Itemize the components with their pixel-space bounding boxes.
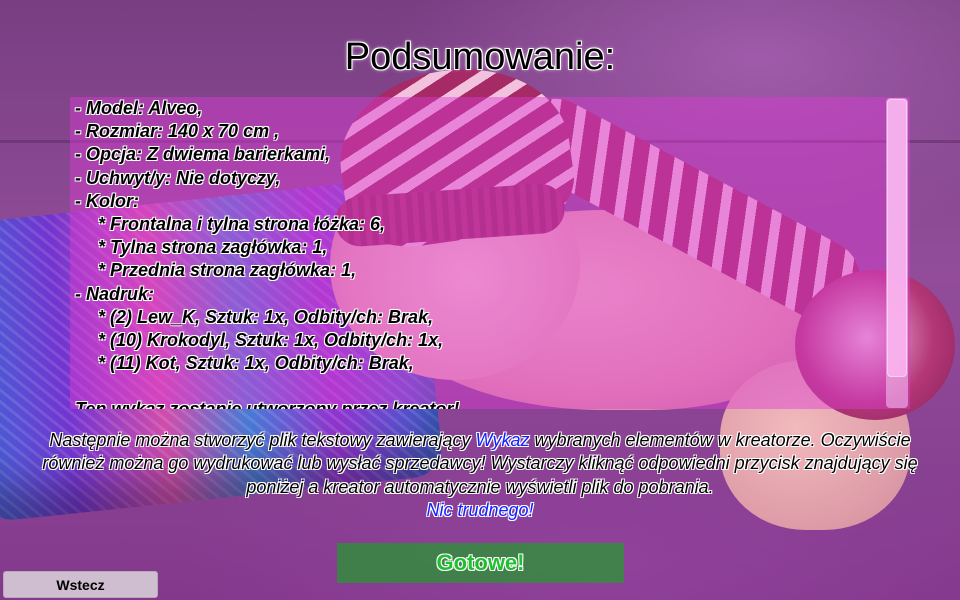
info-emphasis: Nic trudnego! (426, 500, 534, 521)
summary-line-print-item: * (10) Krokodyl, Sztuk: 1x, Odbity/ch: 1… (98, 330, 444, 351)
summary-list: - Model: Alveo, - Rozmiar: 140 x 70 cm ,… (75, 97, 880, 409)
summary-scrollbar[interactable] (886, 98, 908, 408)
summary-line-size: - Rozmiar: 140 x 70 cm , (75, 121, 280, 142)
scrollbar-thumb[interactable] (887, 99, 907, 377)
summary-line-print-item: * (11) Kot, Sztuk: 1x, Odbity/ch: Brak, (98, 353, 414, 374)
wykaz-link[interactable]: Wykaz (476, 430, 530, 450)
summary-line-print-item: * (2) Lew_K, Sztuk: 1x, Odbity/ch: Brak, (98, 306, 434, 327)
page-title: Podsumowanie: (344, 36, 616, 78)
summary-line-color-item: * Tylna strona zagłówka: 1, (98, 237, 328, 258)
summary-panel[interactable]: - Model: Alveo, - Rozmiar: 140 x 70 cm ,… (70, 97, 910, 409)
summary-line-print: - Nadruk: (75, 283, 155, 304)
summary-line-color-item: * Przednia strona zagłówka: 1, (98, 260, 357, 281)
info-text-part1: Następnie można stworzyć plik tekstowy z… (49, 430, 476, 450)
summary-line-model: - Model: Alveo, (75, 98, 203, 118)
summary-line-option: - Opcja: Z dwiema barierkami, (75, 144, 331, 165)
done-button[interactable]: Gotowe! (337, 543, 624, 583)
summary-line-handles: - Uchwyt/y: Nie dotyczy, (75, 167, 281, 188)
info-text: Następnie można stworzyć plik tekstowy z… (30, 429, 930, 523)
summary-line-color-item: * Frontalna i tylna strona łóżka: 6, (98, 214, 386, 235)
summary-line-color: - Kolor: (75, 190, 139, 211)
back-button[interactable]: Wstecz (3, 571, 158, 598)
summary-footer-note: Ten wykaz zostanie utworzony przez kreat… (75, 398, 880, 409)
